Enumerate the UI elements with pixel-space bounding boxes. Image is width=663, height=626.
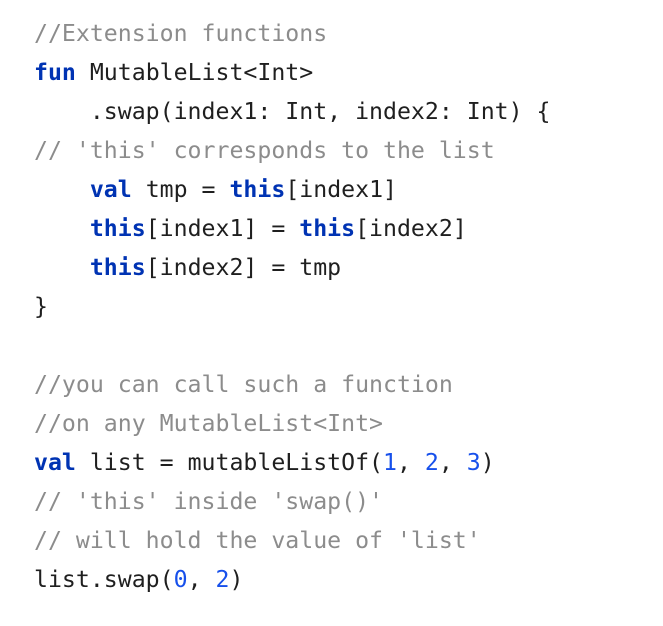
code-line: .swap(index1: Int, index2: Int) {	[34, 92, 551, 131]
code-token-plain: list.swap(	[34, 566, 174, 593]
code-token-keyword: this	[229, 176, 286, 203]
code-token-comment: //on any MutableList<Int>	[34, 410, 384, 437]
code-token-number: 3	[466, 449, 481, 476]
code-line: // will hold the value of 'list'	[34, 521, 551, 560]
code-line: }	[34, 287, 551, 326]
code-block: //Extension functions fun MutableList<Int…	[34, 14, 551, 599]
code-token-plain: ,	[438, 449, 467, 476]
code-line: // 'this' corresponds to the list	[34, 131, 551, 170]
code-line: fun MutableList<Int>	[34, 53, 551, 92]
code-token-plain: }	[34, 293, 48, 320]
code-token-plain: MutableList<Int>	[75, 59, 314, 86]
code-token-keyword: this	[299, 215, 356, 242]
code-token-plain: [index2] = tmp	[145, 254, 342, 281]
code-line: list.swap(0, 2)	[34, 560, 551, 599]
code-token-keyword: val	[89, 176, 132, 203]
code-line: this[index1] = this[index2]	[34, 209, 551, 248]
code-token-plain: )	[480, 449, 495, 476]
code-token-plain: [index2]	[355, 215, 467, 242]
code-token-number: 2	[215, 566, 230, 593]
code-line: // 'this' inside 'swap()'	[34, 482, 551, 521]
code-token-plain: ,	[187, 566, 216, 593]
code-token-keyword: this	[89, 215, 146, 242]
code-token-comment: //you can call such a function	[34, 371, 453, 398]
code-token-number: 1	[383, 449, 397, 476]
code-line: val list = mutableListOf(1, 2, 3)	[34, 443, 551, 482]
code-token-plain: list = mutableListOf(	[75, 449, 384, 476]
code-token-plain: [index1]	[285, 176, 397, 203]
code-line: //on any MutableList<Int>	[34, 404, 551, 443]
code-token-keyword: val	[34, 449, 76, 476]
code-token-number: 0	[173, 566, 188, 593]
code-token-plain: tmp =	[131, 176, 230, 203]
code-token-plain: .swap(index1: Int, index2: Int) {	[34, 98, 551, 125]
code-token-comment: // will hold the value of 'list'	[34, 527, 481, 554]
code-token-comment: // 'this' inside 'swap()'	[34, 488, 384, 515]
code-token-plain: )	[229, 566, 244, 593]
code-token-comment: // 'this' corresponds to the list	[34, 137, 495, 164]
code-line: this[index2] = tmp	[34, 248, 551, 287]
code-token-plain: [index1] =	[145, 215, 300, 242]
code-line: //Extension functions	[34, 14, 551, 53]
code-token-keyword: fun	[34, 59, 76, 86]
code-line: //you can call such a function	[34, 365, 551, 404]
code-token-number: 2	[424, 449, 439, 476]
code-line: val tmp = this[index1]	[34, 170, 551, 209]
code-token-plain: ,	[396, 449, 425, 476]
code-token-keyword: this	[89, 254, 146, 281]
code-token-comment: //Extension functions	[34, 20, 328, 47]
